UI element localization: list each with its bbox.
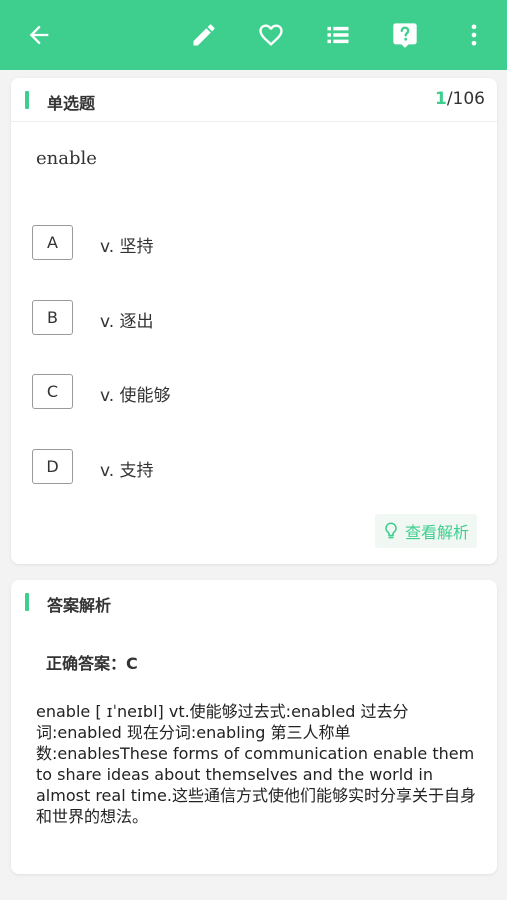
option-letter: C bbox=[32, 374, 73, 409]
total-count: /106 bbox=[446, 89, 485, 109]
option-text: v. 坚持 bbox=[100, 237, 154, 257]
option-letter: A bbox=[32, 225, 73, 260]
view-analysis-label: 查看解析 bbox=[404, 523, 469, 542]
back-button[interactable] bbox=[24, 20, 54, 50]
option-text: v. 支持 bbox=[100, 461, 154, 481]
more-button[interactable] bbox=[459, 20, 489, 50]
edit-button[interactable] bbox=[189, 20, 219, 50]
correct-answer: 正确答案：C bbox=[46, 654, 138, 673]
bottom-spacer bbox=[0, 880, 507, 900]
section-accent-bar bbox=[25, 593, 29, 611]
list-icon bbox=[327, 26, 349, 44]
question-counter: 1/106 bbox=[435, 89, 485, 109]
heart-outline-icon bbox=[259, 24, 283, 46]
section-accent-bar bbox=[25, 91, 29, 109]
current-index: 1 bbox=[434, 89, 447, 109]
top-toolbar bbox=[0, 0, 507, 70]
view-analysis-button[interactable]: 查看解析 bbox=[374, 514, 477, 548]
option-letter: B bbox=[32, 300, 73, 335]
option-a[interactable]: A v. 坚持 bbox=[32, 225, 472, 263]
analysis-title: 答案解析 bbox=[47, 596, 112, 615]
help-button[interactable] bbox=[390, 20, 420, 50]
question-bubble-icon bbox=[393, 23, 417, 48]
option-text: v. 逐出 bbox=[100, 312, 154, 332]
list-button[interactable] bbox=[323, 20, 353, 50]
lightbulb-icon bbox=[385, 522, 397, 539]
option-letter: D bbox=[32, 449, 73, 484]
question-text: enable bbox=[36, 148, 97, 169]
question-card: 单选题 1/106 enable A v. 坚持 B v. 逐出 C v. 使能… bbox=[11, 78, 497, 564]
pencil-icon bbox=[193, 24, 215, 46]
divider bbox=[11, 121, 497, 122]
option-c[interactable]: C v. 使能够 bbox=[32, 374, 472, 412]
more-vertical-icon bbox=[471, 24, 477, 46]
option-b[interactable]: B v. 逐出 bbox=[32, 300, 472, 338]
explanation-text: enable [ ɪˈneɪbl] vt.使能够过去式:enabled 过去分词… bbox=[36, 702, 476, 826]
favorite-button[interactable] bbox=[256, 20, 286, 50]
arrow-left-icon bbox=[29, 25, 49, 45]
option-d[interactable]: D v. 支持 bbox=[32, 449, 472, 487]
question-type-title: 单选题 bbox=[47, 94, 96, 113]
analysis-card: 答案解析 正确答案：C enable [ ɪˈneɪbl] vt.使能够过去式:… bbox=[11, 580, 497, 874]
option-text: v. 使能够 bbox=[100, 386, 171, 406]
